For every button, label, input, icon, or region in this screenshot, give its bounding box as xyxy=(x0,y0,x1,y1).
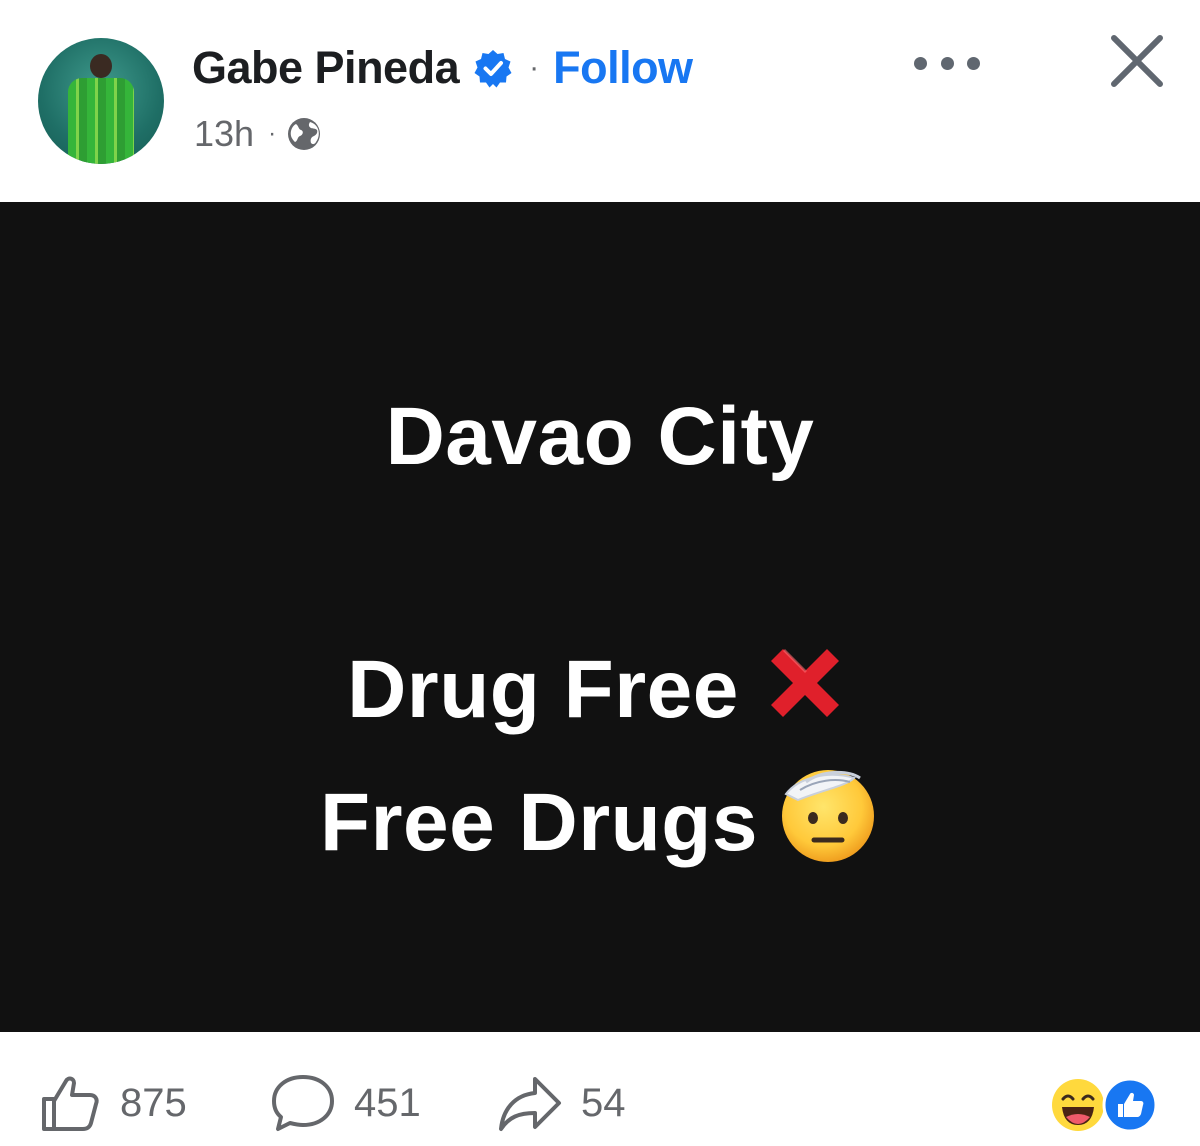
name-follow-separator: · xyxy=(529,51,540,84)
more-dot xyxy=(914,56,927,70)
thumbs-up-icon xyxy=(42,1076,99,1131)
like-count: 875 xyxy=(120,1080,187,1125)
globe-icon[interactable] xyxy=(286,116,322,152)
more-dot xyxy=(967,56,980,70)
face-with-hand-over-forehead-emoji xyxy=(781,770,874,862)
like-reaction-icon xyxy=(1102,1077,1158,1133)
like-button[interactable]: 875 xyxy=(38,1068,187,1138)
comment-bubble-icon xyxy=(272,1075,334,1131)
post-time[interactable]: 13h xyxy=(194,113,254,155)
post-header: Gabe Pineda · Follow 13h · xyxy=(0,0,1200,202)
more-dot xyxy=(940,56,954,70)
post-text-line-1-label: Drug Free xyxy=(347,644,739,735)
avatar-figure-head xyxy=(90,54,112,78)
laughing-face-emoji xyxy=(1052,1079,1104,1131)
author-name[interactable]: Gabe Pineda xyxy=(192,42,460,94)
share-button[interactable]: 54 xyxy=(497,1068,626,1138)
author-avatar[interactable] xyxy=(38,38,164,164)
share-count: 54 xyxy=(581,1080,626,1125)
share-arrow-icon xyxy=(499,1077,561,1131)
post-meta: 13h · xyxy=(194,112,322,156)
follow-button[interactable]: Follow xyxy=(553,42,693,94)
author-row: Gabe Pineda · Follow xyxy=(192,40,693,96)
post-text-line-1: Drug Free xyxy=(0,635,1200,737)
meta-separator: · xyxy=(268,120,277,147)
post-text-title: Davao City xyxy=(0,390,1200,484)
post-text-line-2-label: Free Drugs xyxy=(320,777,758,868)
post-text-title-label: Davao City xyxy=(385,391,815,482)
close-icon[interactable] xyxy=(1106,30,1168,92)
post-image[interactable] xyxy=(0,202,1200,1032)
more-options-icon[interactable] xyxy=(914,48,980,78)
cross-mark-emoji xyxy=(770,649,839,717)
avatar-figure-body xyxy=(68,78,134,164)
reactions-summary[interactable] xyxy=(1050,1077,1160,1133)
post-text-line-2: Free Drugs xyxy=(0,760,1200,870)
comment-button[interactable]: 451 xyxy=(270,1068,421,1138)
comment-count: 451 xyxy=(354,1080,421,1125)
verified-badge-icon xyxy=(474,50,512,88)
